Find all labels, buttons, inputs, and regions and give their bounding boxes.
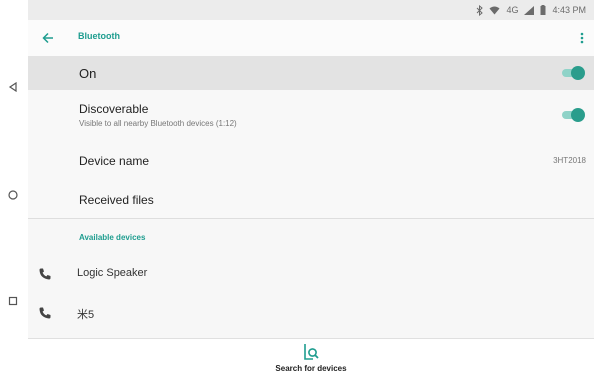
search-for-devices-button[interactable]: Search for devices [266,342,356,380]
bottom-action-bar: Search for devices [28,338,594,382]
more-options-button[interactable] [576,28,588,48]
signal-icon [524,5,535,15]
nav-back-button[interactable] [4,78,22,96]
discoverable-label: Discoverable [79,102,149,116]
status-bar: 4G 4:43 PM [28,0,594,20]
bluetooth-on-switch[interactable] [562,66,585,80]
phone-icon [39,307,51,319]
nav-home-button[interactable] [4,186,22,204]
bluetooth-settings-screen: 4G 4:43 PM Bluetooth On Discoverable Vis… [28,0,594,382]
clock-text: 4:43 PM [552,5,586,15]
device-name: 米5 [77,309,95,321]
nav-recents-button[interactable] [4,292,22,310]
device-name-row[interactable]: Device name 3HT2018 [28,140,594,180]
device-name-label: Device name [79,154,150,168]
bluetooth-icon [477,4,484,16]
wifi-icon [489,6,500,14]
bluetooth-on-row[interactable]: On [28,56,594,90]
switch-thumb [571,108,585,122]
phone-icon [39,268,51,280]
circle-home-icon [8,190,18,200]
battery-icon [540,5,546,15]
received-files-label: Received files [79,193,154,207]
device-name: Logic Speaker [77,267,148,279]
back-button[interactable] [38,28,58,48]
network-type-text: 4G [506,5,519,15]
device-list-item[interactable]: Logic Speaker [28,255,594,293]
search-for-devices-label: Search for devices [275,364,347,373]
discoverable-switch[interactable] [562,108,585,122]
search-device-icon [304,344,319,360]
square-recents-icon [8,296,18,306]
discoverable-row[interactable]: Discoverable Visible to all nearby Bluet… [28,90,594,140]
switch-thumb [571,66,585,80]
device-name-value: 3HT2018 [553,156,586,165]
page-title: Bluetooth [78,31,120,41]
discoverable-summary: Visible to all nearby Bluetooth devices … [79,119,237,128]
available-devices-header: Available devices [79,233,146,242]
status-icons: 4G 4:43 PM [476,3,586,17]
triangle-back-icon [8,82,17,92]
navigation-bar [0,0,28,381]
device-list-item[interactable]: 米5 [28,294,594,332]
arrow-left-icon [42,32,53,44]
more-vert-icon [580,32,584,44]
received-files-row[interactable]: Received files [28,180,594,219]
app-bar: Bluetooth [28,20,594,57]
bluetooth-on-label: On [79,66,97,81]
